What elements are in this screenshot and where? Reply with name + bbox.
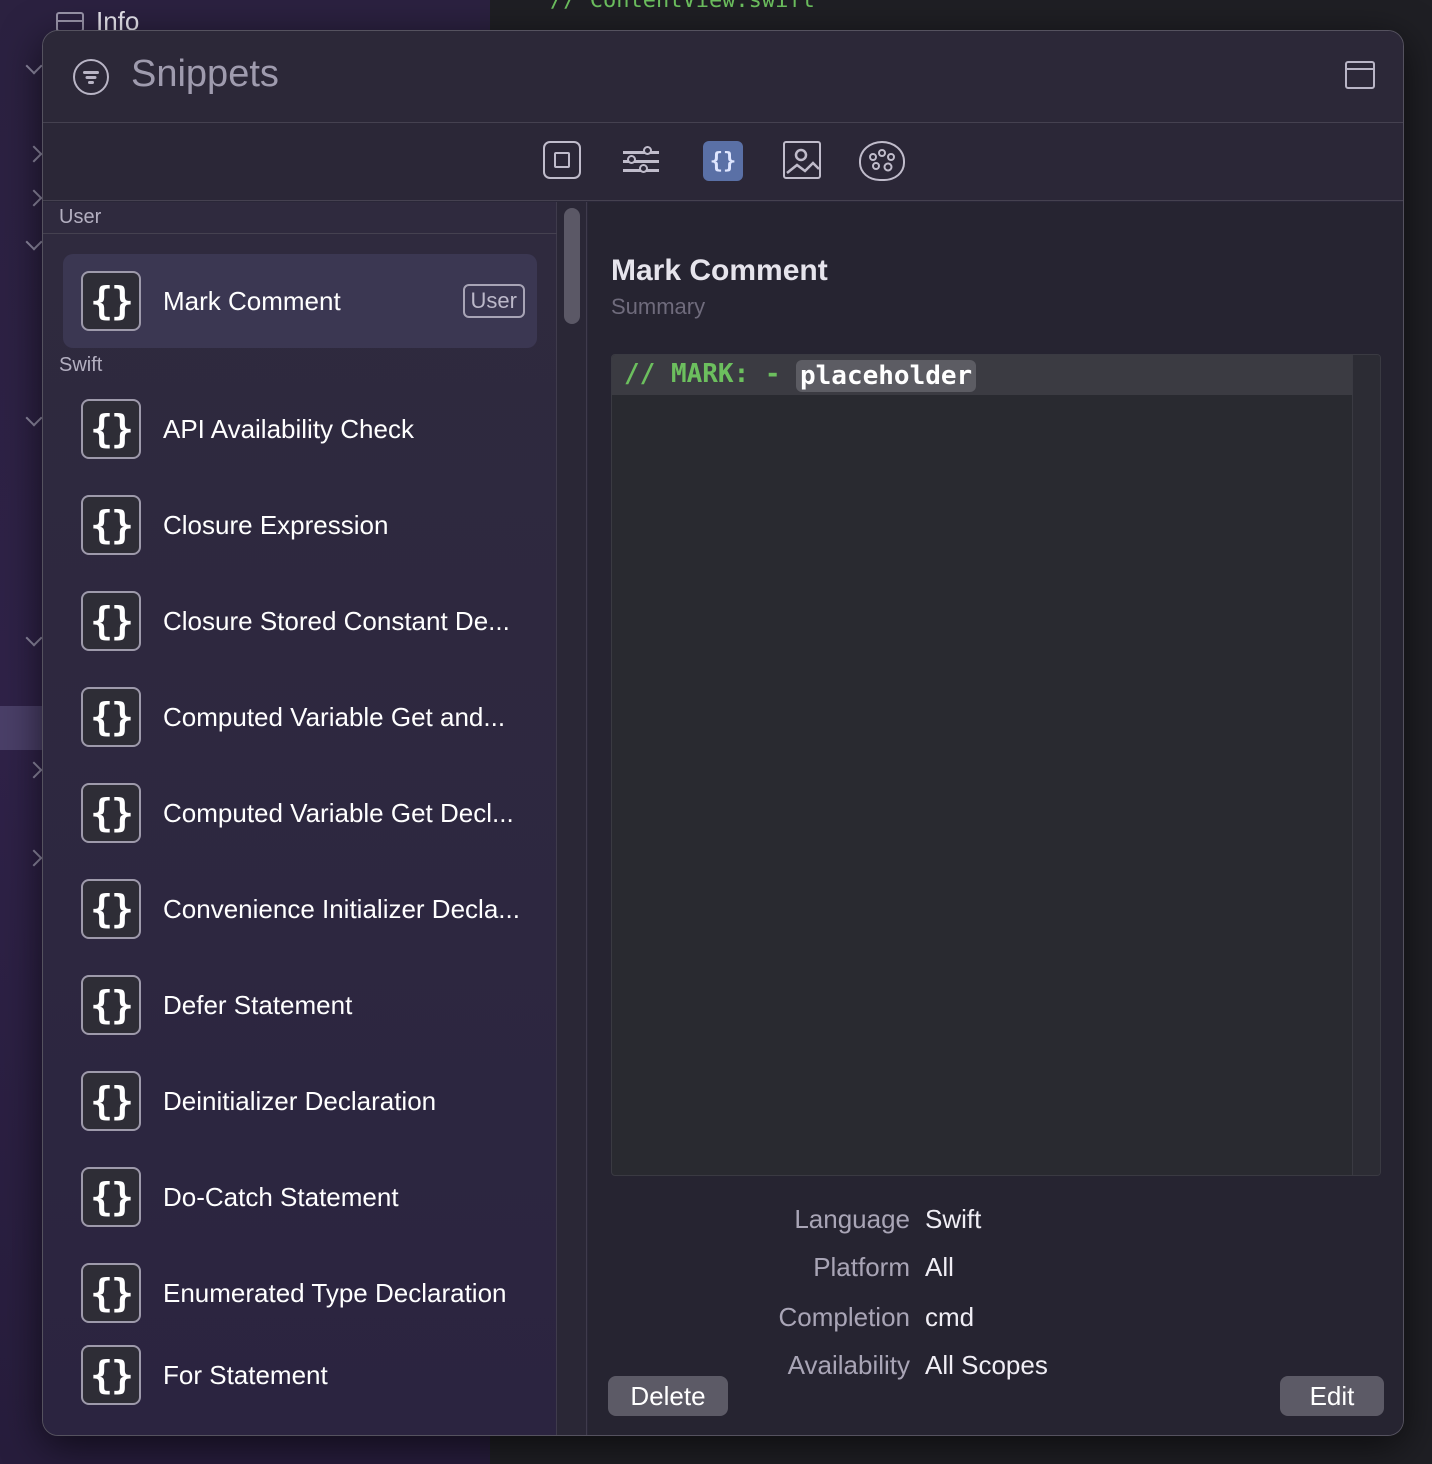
section-divider bbox=[43, 233, 557, 234]
window-title: Snippets bbox=[131, 53, 279, 95]
snippet-braces-icon: {} bbox=[81, 687, 141, 747]
snippet-braces-icon: {} bbox=[81, 783, 141, 843]
list-item-label: Enumerated Type Declaration bbox=[163, 1277, 507, 1308]
title-bar: Snippets bbox=[43, 31, 1403, 123]
availability-value: All Scopes bbox=[925, 1350, 1048, 1380]
disclosure-chevron-icon[interactable] bbox=[25, 189, 43, 207]
disclosure-chevron-icon[interactable] bbox=[25, 409, 43, 427]
snippet-braces-icon: {} bbox=[81, 591, 141, 651]
snippet-braces-icon: {} bbox=[81, 399, 141, 459]
list-item-label: For Statement bbox=[163, 1359, 328, 1390]
list-item-label: Mark Comment bbox=[163, 285, 341, 316]
snippet-title: Mark Comment bbox=[611, 254, 828, 287]
snippet-summary: Summary bbox=[611, 294, 706, 319]
background-selected-row bbox=[0, 706, 44, 750]
snippet-braces-icon: {} bbox=[81, 1345, 141, 1405]
snippet-detail: Mark Comment Summary // MARK: - placehol… bbox=[588, 202, 1403, 1435]
delete-button[interactable]: Delete bbox=[608, 1376, 728, 1416]
library-toolbar: {} bbox=[43, 123, 1403, 201]
snippet-braces-icon: {} bbox=[81, 1167, 141, 1227]
list-scrollbar[interactable] bbox=[557, 202, 587, 1435]
list-item[interactable]: {} Do-Catch Statement bbox=[63, 1150, 537, 1244]
list-item-label: Closure Stored Constant De... bbox=[163, 605, 510, 636]
user-badge: User bbox=[462, 284, 525, 318]
snippet-braces-icon: {} bbox=[81, 1263, 141, 1323]
disclosure-chevron-icon[interactable] bbox=[25, 761, 43, 779]
list-item[interactable]: {} API Availability Check bbox=[63, 382, 537, 476]
list-item[interactable]: {} For Statement bbox=[63, 1328, 537, 1422]
list-item[interactable]: {} Computed Variable Get and... bbox=[63, 670, 537, 764]
scrollbar-thumb[interactable] bbox=[564, 208, 580, 324]
list-item-mark-comment[interactable]: {} Mark Comment User bbox=[63, 254, 537, 348]
list-item-label: Convenience Initializer Decla... bbox=[163, 893, 520, 924]
completion-value: cmd bbox=[925, 1302, 975, 1332]
disclosure-chevron-icon[interactable] bbox=[25, 233, 43, 251]
code-preview: // MARK: - placeholder bbox=[611, 354, 1381, 1176]
braces-icon[interactable]: {} bbox=[703, 141, 743, 181]
snippet-list[interactable]: User {} Mark Comment User Swift {} API A… bbox=[43, 202, 557, 1435]
disclosure-chevron-icon[interactable] bbox=[25, 57, 43, 75]
platform-label: Platform bbox=[813, 1252, 910, 1282]
sliders-icon[interactable] bbox=[621, 141, 661, 181]
disclosure-chevron-icon[interactable] bbox=[25, 629, 43, 647]
snippet-braces-icon: {} bbox=[81, 879, 141, 939]
disclosure-chevron-icon[interactable] bbox=[25, 849, 43, 867]
availability-label: Availability bbox=[787, 1350, 910, 1380]
list-item[interactable]: {} Enumerated Type Declaration bbox=[63, 1246, 537, 1340]
edit-button[interactable]: Edit bbox=[1280, 1376, 1384, 1416]
list-item-label: Computed Variable Get Decl... bbox=[163, 797, 514, 828]
palette-icon[interactable] bbox=[859, 141, 905, 181]
snippet-braces-icon: {} bbox=[81, 975, 141, 1035]
window-layout-icon[interactable] bbox=[1345, 61, 1375, 89]
list-item[interactable]: {} Deinitializer Declaration bbox=[63, 1054, 537, 1148]
language-value: Swift bbox=[925, 1204, 982, 1234]
square-icon[interactable] bbox=[543, 141, 581, 179]
snippet-braces-icon: {} bbox=[81, 271, 141, 331]
list-item[interactable]: {} Closure Expression bbox=[63, 478, 537, 572]
code-scroll-gutter bbox=[1352, 355, 1380, 1175]
list-item-label: Deinitializer Declaration bbox=[163, 1085, 437, 1116]
snippet-braces-icon: {} bbox=[81, 1071, 141, 1131]
list-item[interactable]: {} Convenience Initializer Decla... bbox=[63, 862, 537, 956]
disclosure-chevron-icon[interactable] bbox=[25, 145, 43, 163]
background-code-line: // ContentView.swift bbox=[550, 0, 815, 13]
list-item-label: Do-Catch Statement bbox=[163, 1181, 399, 1212]
platform-value: All bbox=[925, 1252, 954, 1282]
section-header-user: User bbox=[59, 206, 102, 228]
section-header-swift: Swift bbox=[59, 354, 103, 376]
list-item-label: API Availability Check bbox=[163, 413, 414, 444]
snippets-library-window: Snippets {} User {} Mark Comment User Sw… bbox=[42, 30, 1404, 1436]
image-icon[interactable] bbox=[783, 141, 821, 179]
language-label: Language bbox=[794, 1204, 910, 1234]
list-item-label: Closure Expression bbox=[163, 509, 389, 540]
list-item[interactable]: {} Closure Stored Constant De... bbox=[63, 574, 537, 668]
filter-circle-icon[interactable] bbox=[73, 59, 109, 95]
code-placeholder-token[interactable]: placeholder bbox=[796, 360, 977, 392]
list-item[interactable]: {} Defer Statement bbox=[63, 958, 537, 1052]
completion-label: Completion bbox=[778, 1302, 910, 1332]
list-item[interactable]: {} Computed Variable Get Decl... bbox=[63, 766, 537, 860]
list-item-label: Defer Statement bbox=[163, 989, 353, 1020]
code-comment: // MARK: - bbox=[624, 359, 797, 389]
snippet-braces-icon: {} bbox=[81, 495, 141, 555]
table-icon bbox=[56, 11, 84, 32]
list-item-label: Computed Variable Get and... bbox=[163, 701, 506, 732]
